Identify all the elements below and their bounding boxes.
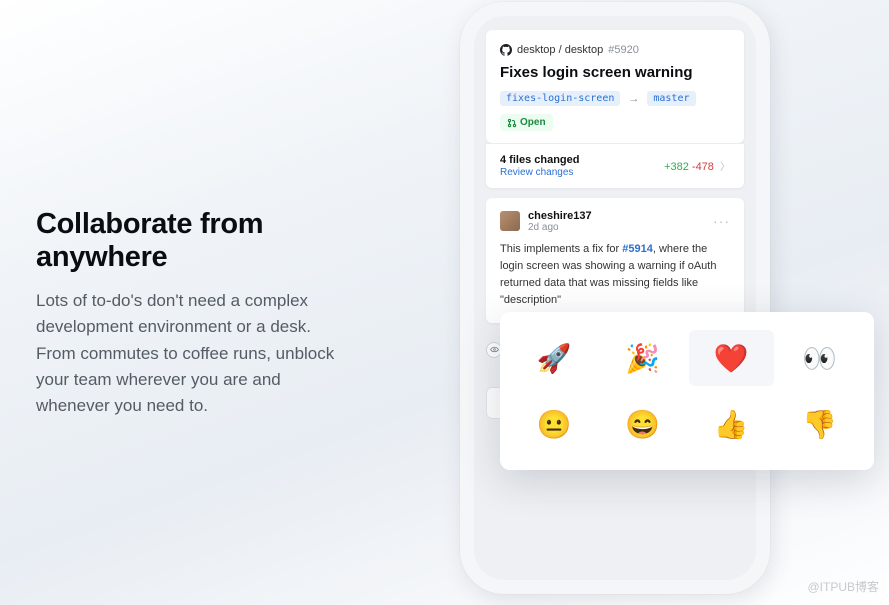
pr-number: #5920 [608,44,639,56]
emoji-option[interactable]: 😄 [601,396,686,452]
diff-stats: +382 -478 〉 [664,158,730,173]
phone-frame: desktop / desktop #5920 Fixes login scre… [460,2,770,594]
git-pull-request-icon [507,118,517,128]
pr-title: Fixes login screen warning [500,64,730,81]
files-changed-card[interactable]: 4 files changed Review changes +382 -478… [486,143,744,188]
comment-menu-icon[interactable]: ··· [713,213,730,229]
arrow-icon: → [628,93,639,105]
github-icon [500,44,512,56]
phone-screen: desktop / desktop #5920 Fixes login scre… [474,16,756,580]
branch-row: fixes-login-screen → master [500,91,730,106]
pr-status-badge: Open [500,114,553,131]
chevron-right-icon: 〉 [720,162,730,173]
pr-header-card: desktop / desktop #5920 Fixes login scre… [486,30,744,143]
emoji-picker: 🚀🎉❤️👀 😐😄👍👎 [500,312,874,470]
additions: +382 [664,161,689,173]
comment-author[interactable]: cheshire137 [528,210,592,222]
deletions: -478 [692,161,714,173]
emoji-option[interactable]: 👎 [778,396,863,452]
issue-link[interactable]: #5914 [622,243,653,255]
branch-from[interactable]: fixes-login-screen [500,91,620,106]
pr-breadcrumb[interactable]: desktop / desktop #5920 [500,44,730,56]
branch-to[interactable]: master [647,91,695,106]
comment-card: cheshire137 2d ago ··· This implements a… [486,198,744,323]
repo-path: desktop / desktop [517,44,603,56]
files-changed-label: 4 files changed [500,154,579,166]
avatar[interactable] [500,211,520,231]
emoji-option[interactable]: 😐 [512,396,597,452]
review-changes-link[interactable]: Review changes [500,167,579,178]
emoji-option[interactable]: 👍 [689,396,774,452]
comment-time: 2d ago [528,222,592,233]
hero-heading: Collaborate from anywhere [36,208,336,274]
hero-text: Collaborate from anywhere Lots of to-do'… [36,208,336,420]
emoji-option[interactable]: 🎉 [601,330,686,386]
status-label: Open [520,117,546,128]
emoji-option[interactable]: 🚀 [512,330,597,386]
emoji-option[interactable]: ❤️ [689,330,774,386]
comment-body: This implements a fix for #5914, where t… [500,241,730,309]
watermark: @ITPUB博客 [807,578,879,595]
emoji-option[interactable]: 👀 [778,330,863,386]
hero-body: Lots of to-do's don't need a complex dev… [36,288,336,420]
